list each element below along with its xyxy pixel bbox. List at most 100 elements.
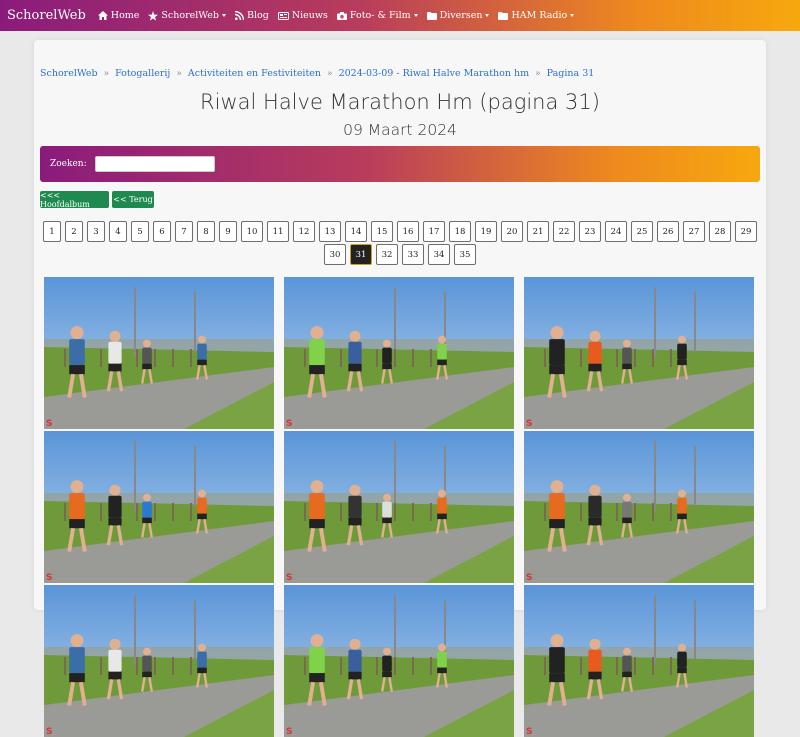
page-button-33[interactable]: 33 [402, 244, 424, 265]
page-button-13[interactable]: 13 [319, 221, 341, 242]
breadcrumb-activiteiten[interactable]: Activiteiten en Festiviteiten [188, 68, 321, 79]
nav-nieuws[interactable]: Nieuws [277, 10, 328, 21]
runner-photo-image: S [44, 585, 274, 737]
breadcrumb-schorelweb[interactable]: SchorelWeb [40, 68, 98, 79]
nav-diversen[interactable]: Diversen [426, 10, 490, 21]
chevron-down-icon [485, 14, 490, 17]
page-button-26[interactable]: 26 [657, 221, 679, 242]
camera-icon [336, 11, 347, 20]
page-title: Riwal Halve Marathon Hm (pagina 31) [200, 90, 600, 114]
page-button-27[interactable]: 27 [683, 221, 705, 242]
nav-diversen-label: Diversen [439, 10, 483, 21]
gallery-photo[interactable]: S [284, 431, 514, 583]
gallery-photo[interactable]: S [284, 277, 514, 429]
page-button-1[interactable]: 1 [43, 221, 61, 242]
gallery-photo[interactable]: S [284, 585, 514, 737]
folder-icon [426, 11, 437, 20]
svg-text:S: S [46, 419, 52, 429]
breadcrumb-fotogallerij[interactable]: Fotogallerij [115, 68, 170, 79]
page-button-21[interactable]: 21 [527, 221, 549, 242]
gallery-photo[interactable]: S [44, 585, 274, 737]
page-button-14[interactable]: 14 [345, 221, 367, 242]
page-button-34[interactable]: 34 [428, 244, 450, 265]
star-icon [148, 10, 159, 21]
runner-photo-image: S [44, 277, 274, 429]
page-button-8[interactable]: 8 [197, 221, 215, 242]
page-button-4[interactable]: 4 [109, 221, 127, 242]
page-button-10[interactable]: 10 [241, 221, 263, 242]
svg-text:S: S [526, 419, 532, 429]
search-input[interactable] [94, 156, 215, 172]
page-button-20[interactable]: 20 [501, 221, 523, 242]
gallery-photo[interactable]: S [44, 277, 274, 429]
gallery-photo[interactable]: S [44, 431, 274, 583]
page-button-15[interactable]: 15 [371, 221, 393, 242]
page-button-9[interactable]: 9 [219, 221, 237, 242]
chevron-down-icon [413, 14, 418, 17]
svg-text:S: S [526, 727, 532, 737]
svg-text:S: S [286, 573, 292, 583]
brand-logo[interactable]: SchorelWeb [7, 8, 86, 23]
page-button-11[interactable]: 11 [267, 221, 289, 242]
search-bar: Zoeken: [40, 146, 760, 182]
page-button-24[interactable]: 24 [605, 221, 627, 242]
page-button-22[interactable]: 22 [553, 221, 575, 242]
page-button-35[interactable]: 35 [454, 244, 476, 265]
breadcrumb-separator: » [103, 68, 110, 79]
page-button-17[interactable]: 17 [423, 221, 445, 242]
gallery-photo[interactable]: S [524, 277, 754, 429]
runner-photo-image: S [524, 277, 754, 429]
gallery-photo[interactable]: S [524, 431, 754, 583]
page-button-30[interactable]: 30 [324, 244, 346, 265]
nav-foto-film[interactable]: Foto- & Film [336, 10, 418, 21]
page-button-7[interactable]: 7 [175, 221, 193, 242]
page-button-23[interactable]: 23 [579, 221, 601, 242]
top-navbar: SchorelWeb Home SchorelWeb Blog Nieuws F… [0, 0, 800, 31]
newspaper-icon [277, 11, 289, 20]
nav-blog[interactable]: Blog [234, 10, 269, 21]
page-button-3[interactable]: 3 [87, 221, 105, 242]
page-button-25[interactable]: 25 [631, 221, 653, 242]
svg-text:S: S [526, 573, 532, 583]
breadcrumb-separator: » [176, 68, 182, 79]
nav-ham-radio[interactable]: HAM Radio [498, 10, 575, 21]
breadcrumb-album[interactable]: 2024-03-09 - Riwal Halve Marathon hm [339, 68, 530, 79]
page-button-6[interactable]: 6 [153, 221, 171, 242]
breadcrumb-page[interactable]: Pagina 31 [547, 68, 595, 79]
breadcrumb: SchorelWeb » Fotogallerij » Activiteiten… [40, 68, 594, 79]
page-button-31[interactable]: 31 [350, 244, 372, 265]
svg-text:S: S [286, 419, 292, 429]
search-label: Zoeken: [50, 159, 87, 169]
svg-text:S: S [46, 727, 52, 737]
page-button-16[interactable]: 16 [397, 221, 419, 242]
page-button-28[interactable]: 28 [709, 221, 731, 242]
runner-photo-image: S [524, 585, 754, 737]
page-button-12[interactable]: 12 [293, 221, 315, 242]
nav-home[interactable]: Home [97, 10, 140, 21]
main-album-button[interactable]: <<< Hoofdalbum [40, 191, 109, 209]
breadcrumb-separator: » [535, 68, 541, 79]
home-icon [97, 11, 108, 20]
chevron-down-icon [570, 14, 575, 17]
page-button-2[interactable]: 2 [65, 221, 83, 242]
nav-ham-radio-label: HAM Radio [511, 10, 568, 21]
nav-schorelweb[interactable]: SchorelWeb [148, 10, 226, 21]
breadcrumb-separator: » [327, 68, 333, 79]
back-button[interactable]: << Terug [112, 191, 154, 208]
page-button-32[interactable]: 32 [376, 244, 398, 265]
nav-schorelweb-label: SchorelWeb [161, 10, 219, 21]
runner-photo-image: S [44, 431, 274, 583]
svg-text:S: S [46, 573, 52, 583]
page-button-19[interactable]: 19 [475, 221, 497, 242]
chevron-down-icon [221, 14, 226, 17]
rss-icon [234, 11, 244, 20]
nav-nieuws-label: Nieuws [291, 10, 328, 21]
page-button-5[interactable]: 5 [131, 221, 149, 242]
svg-text:S: S [286, 727, 292, 737]
page-button-18[interactable]: 18 [449, 221, 471, 242]
page-button-29[interactable]: 29 [735, 221, 757, 242]
folder-icon [498, 11, 509, 20]
runner-photo-image: S [284, 277, 514, 429]
gallery-photo[interactable]: S [524, 585, 754, 737]
nav-home-label: Home [110, 10, 140, 21]
